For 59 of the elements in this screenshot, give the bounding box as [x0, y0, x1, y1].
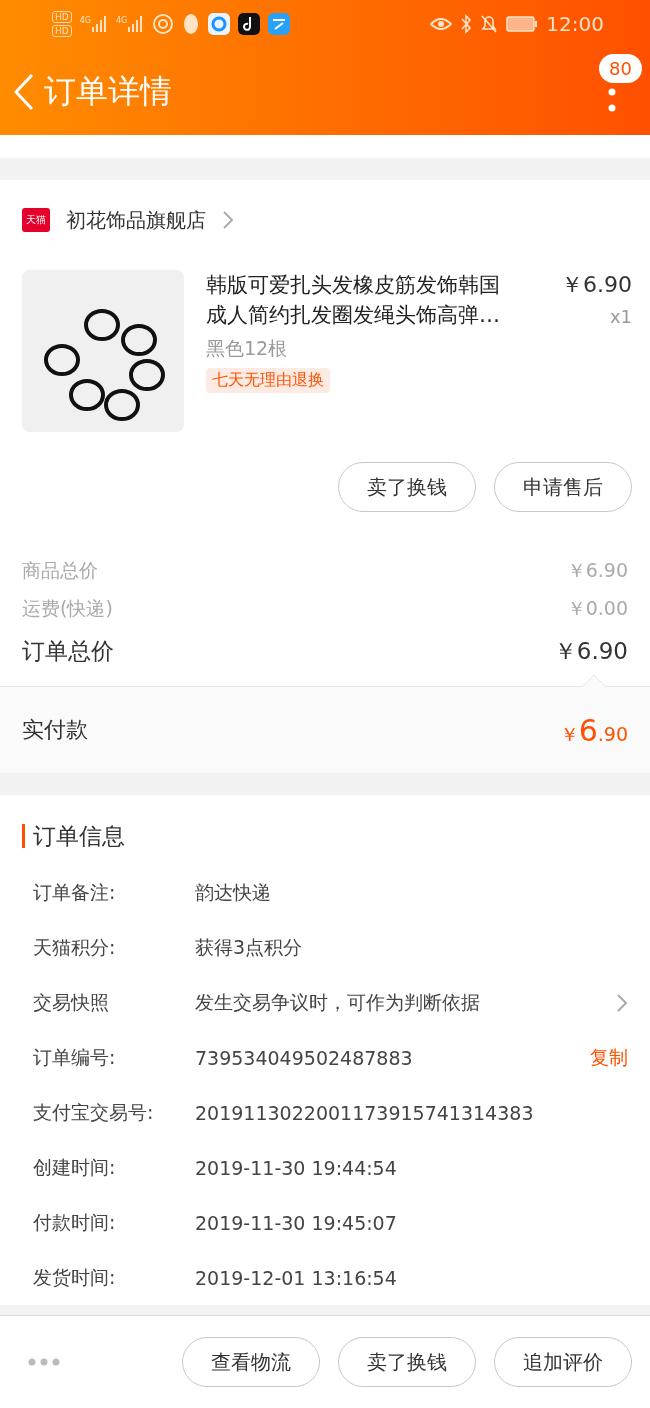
- app-icon: [268, 13, 291, 35]
- hd-label: HD: [52, 25, 72, 37]
- store-name[interactable]: 初花饰品旗舰店: [66, 206, 206, 234]
- back-icon[interactable]: [12, 71, 36, 112]
- store-badge: 天猫: [22, 208, 50, 232]
- info-label: 付款时间:: [33, 1209, 117, 1235]
- info-value: 韵达快递: [195, 879, 272, 905]
- summary-value: ￥0.00: [566, 596, 628, 621]
- info-label: 订单编号:: [33, 1044, 117, 1070]
- info-value: 2019-11-30 19:45:07: [195, 1211, 398, 1234]
- music-note-icon: [238, 13, 261, 35]
- more-icon[interactable]: [28, 1358, 60, 1366]
- chevron-right-icon[interactable]: [616, 992, 628, 1013]
- order-action-button[interactable]: 卖了换钱: [338, 1337, 476, 1387]
- info-label: 天猫积分:: [33, 934, 117, 960]
- info-value: 2019-11-30 19:44:54: [195, 1156, 398, 1179]
- hd-label: HD: [52, 11, 72, 23]
- section-title: 订单信息: [33, 821, 125, 851]
- message-count-badge: 80: [599, 54, 642, 83]
- product-quantity: x1: [609, 306, 632, 327]
- summary-value: ￥6.90: [553, 636, 628, 666]
- clock-time: 12:00: [546, 12, 604, 36]
- signal-icon: [128, 16, 145, 32]
- bell-off-icon: [480, 14, 499, 34]
- chevron-right-icon[interactable]: [222, 210, 234, 230]
- info-label: 交易快照: [33, 989, 110, 1015]
- info-value: 获得3点积分: [195, 934, 304, 960]
- page-title: 订单详情: [44, 70, 172, 112]
- order-action-button[interactable]: 追加评价: [494, 1337, 632, 1387]
- summary-value: ￥6.90: [566, 558, 628, 583]
- product-price: ￥6.90: [561, 271, 632, 299]
- info-value: 2019113022001173915741314383: [195, 1101, 535, 1124]
- info-label: 支付宝交易号:: [33, 1099, 155, 1125]
- eye-icon: [430, 16, 453, 32]
- network-label: 4G: [116, 16, 128, 25]
- info-label: 创建时间:: [33, 1154, 117, 1180]
- summary-label: 订单总价: [22, 636, 114, 666]
- signal-icon: [92, 16, 108, 32]
- info-value: 739534049502487883: [195, 1046, 414, 1069]
- item-action-button[interactable]: 申请售后: [494, 462, 632, 512]
- summary-label: 商品总价: [22, 558, 98, 583]
- product-title[interactable]: 韩版可爱扎头发橡皮筋发饰韩国成人简约扎发圈发绳头饰高弹…: [206, 270, 518, 330]
- info-label: 发货时间:: [33, 1264, 117, 1290]
- paid-amount: ￥6.90: [559, 712, 628, 748]
- info-value: 发生交易争议时，可作为判断依据: [195, 989, 481, 1015]
- hotspot-icon: [152, 13, 175, 35]
- summary-label: 运费(快递): [22, 596, 113, 621]
- battery-icon: [506, 16, 539, 32]
- item-action-button[interactable]: 卖了换钱: [338, 462, 476, 512]
- return-policy-tag: 七天无理由退换: [206, 368, 330, 393]
- network-label: 4G: [79, 16, 91, 25]
- info-value: 2019-12-01 13:16:54: [195, 1266, 398, 1289]
- product-spec: 黑色12根: [206, 336, 289, 361]
- paid-label: 实付款: [22, 716, 88, 744]
- bluetooth-icon: [460, 14, 473, 34]
- more-menu-icon[interactable]: [608, 88, 616, 112]
- info-label: 订单备注:: [33, 879, 117, 905]
- app-icon: [208, 13, 231, 35]
- order-action-button[interactable]: 查看物流: [182, 1337, 320, 1387]
